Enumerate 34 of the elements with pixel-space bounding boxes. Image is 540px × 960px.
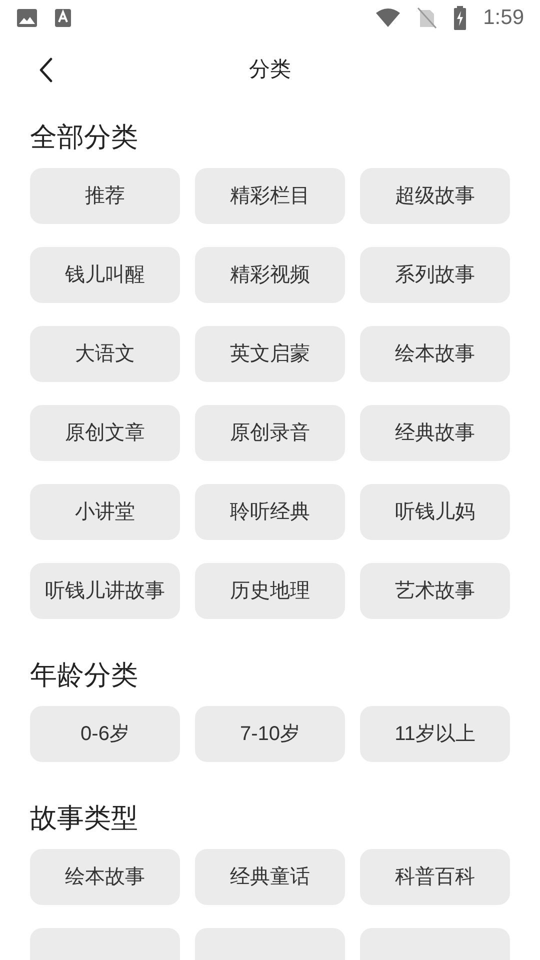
category-chip[interactable]: 钱儿叫醒 [30,247,180,303]
category-chip[interactable]: 11岁以上 [360,706,510,762]
section-title: 年龄分类 [30,659,138,692]
category-chip[interactable]: 绘本故事 [30,849,180,905]
category-chip[interactable]: 小讲堂 [30,484,180,540]
category-chip[interactable]: 听钱儿讲故事 [30,563,180,619]
category-chip[interactable]: 精彩栏目 [195,168,345,224]
category-chip[interactable]: 原创文章 [30,405,180,461]
battery-charging-icon [453,6,468,30]
no-sim-icon [417,7,438,29]
category-chip[interactable]: 系列故事 [360,247,510,303]
app-icon [54,8,72,28]
category-chip[interactable]: 听钱儿妈 [360,484,510,540]
category-chip[interactable]: 聆听经典 [195,484,345,540]
category-chip[interactable]: 经典童话 [195,849,345,905]
category-chip[interactable]: 科普百科 [360,849,510,905]
category-chip[interactable]: 英文启蒙 [195,326,345,382]
section-title: 故事类型 [30,802,138,835]
category-chip[interactable]: 历史地理 [195,563,345,619]
category-chip[interactable]: 超级故事 [360,168,510,224]
wifi-icon [375,8,402,28]
page-title: 分类 [249,57,291,84]
image-icon [16,8,38,28]
category-chip[interactable]: 推荐 [30,168,180,224]
category-chip[interactable]: 7-10岁 [195,706,345,762]
category-chip[interactable]: 经典故事 [360,405,510,461]
category-chip[interactable]: 大语文 [30,326,180,382]
category-chip[interactable]: 原创录音 [195,405,345,461]
status-time: 1:59 [483,5,524,32]
category-chip[interactable]: 精彩视频 [195,247,345,303]
category-chip[interactable]: 绘本故事 [360,326,510,382]
category-chip[interactable]: 艺术故事 [360,563,510,619]
category-chip[interactable]: 0-6岁 [30,706,180,762]
section-title: 全部分类 [30,121,138,154]
